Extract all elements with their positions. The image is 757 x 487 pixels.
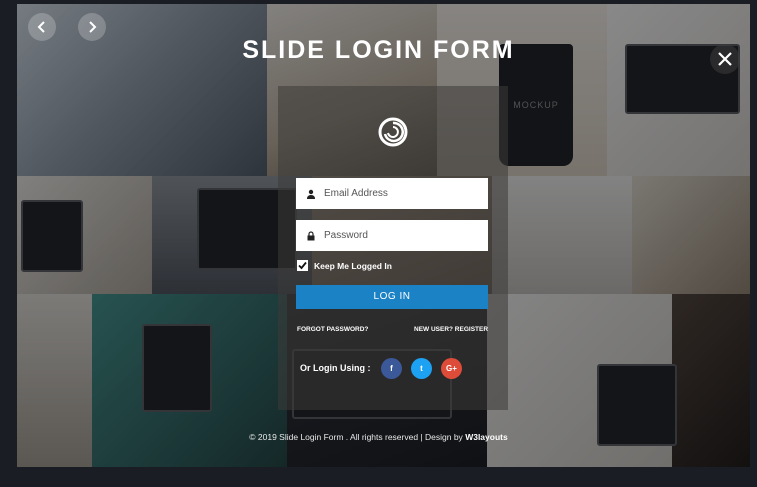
login-button[interactable]: LOG IN: [296, 285, 488, 309]
register-link[interactable]: NEW USER? REGISTER: [414, 326, 488, 333]
spiral-logo-icon: [378, 117, 408, 147]
email-field-row: [296, 178, 488, 209]
facebook-login-button[interactable]: f: [381, 358, 402, 379]
chevron-right-icon: [89, 21, 97, 33]
checkmark-icon: [298, 261, 307, 270]
footer-text: © 2019 Slide Login Form . All rights res…: [249, 432, 463, 442]
user-icon: [307, 189, 315, 199]
login-page: MOCKUP SLIDE LOGIN FORM Keep Me L: [0, 0, 757, 487]
email-input[interactable]: [324, 188, 484, 199]
remember-checkbox[interactable]: [297, 260, 308, 271]
forgot-password-link[interactable]: FORGOT PASSWORD?: [297, 326, 368, 333]
google-login-button[interactable]: G+: [441, 358, 462, 379]
facebook-icon: f: [390, 364, 393, 373]
remember-me[interactable]: Keep Me Logged In: [297, 260, 392, 271]
chevron-left-icon: [37, 21, 45, 33]
footer: © 2019 Slide Login Form . All rights res…: [0, 432, 757, 442]
twitter-login-button[interactable]: t: [411, 358, 432, 379]
password-field-row: [296, 220, 488, 251]
page-title: SLIDE LOGIN FORM: [242, 36, 515, 64]
google-plus-icon: G+: [446, 364, 457, 373]
social-login-label: Or Login Using :: [300, 363, 371, 373]
lock-icon: [307, 230, 315, 240]
twitter-icon: t: [420, 364, 423, 373]
footer-brand-link[interactable]: W3layouts: [465, 432, 508, 442]
password-input[interactable]: [324, 230, 484, 241]
remember-label: Keep Me Logged In: [314, 260, 392, 271]
